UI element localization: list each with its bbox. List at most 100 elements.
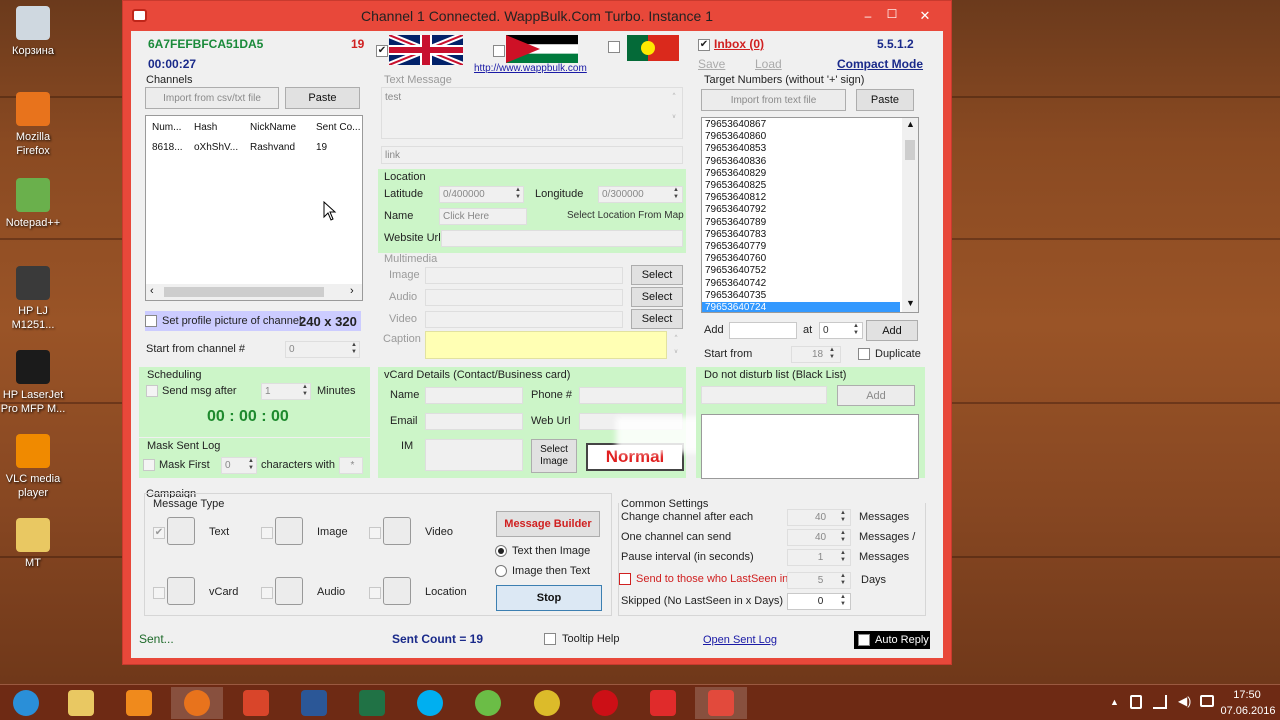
import-numbers-button[interactable]: Import from text file xyxy=(701,89,846,111)
video-path-input[interactable] xyxy=(425,311,623,328)
clock-time[interactable]: 17:50 xyxy=(1222,689,1272,701)
taskbar-excel[interactable] xyxy=(346,687,398,719)
image-path-input[interactable] xyxy=(425,267,623,284)
taskbar-yandex[interactable] xyxy=(637,687,689,719)
website-link[interactable]: http://www.wappbulk.com xyxy=(474,63,587,74)
caption-scroll[interactable]: ^ v xyxy=(671,335,681,356)
vcard-select-image-button[interactable]: Select Image xyxy=(531,439,577,473)
list-item[interactable]: 79653640812 xyxy=(702,192,900,204)
blacklist-input[interactable] xyxy=(701,386,827,404)
list-item[interactable]: 79653640860 xyxy=(702,131,900,143)
jordan-flag-checkbox[interactable] xyxy=(493,45,505,57)
desktop-icon[interactable]: Корзина xyxy=(0,6,66,58)
save-link[interactable]: Save xyxy=(698,57,725,71)
taskbar-start-button[interactable] xyxy=(0,687,52,719)
list-item[interactable]: 79653640789 xyxy=(702,217,900,229)
at-position-spinner[interactable]: ▲ ▼ xyxy=(851,323,861,337)
list-item[interactable]: 79653640735 xyxy=(702,290,900,302)
list-item[interactable]: 79653640783 xyxy=(702,229,900,241)
keyboard-tray-icon[interactable] xyxy=(1200,695,1214,707)
list-item[interactable]: 79653640760 xyxy=(702,253,900,265)
compact-mode-link[interactable]: Compact Mode xyxy=(837,57,923,71)
select-audio-button[interactable]: Select xyxy=(631,287,683,307)
message-type-checkbox[interactable] xyxy=(369,527,381,539)
list-item[interactable]: 79653640779 xyxy=(702,241,900,253)
image-then-text-radio[interactable] xyxy=(495,565,507,577)
maximize-button[interactable]: ☐ xyxy=(885,0,899,29)
taskbar-opera[interactable] xyxy=(579,687,631,719)
mask-first-spinner[interactable]: ▲ ▼ xyxy=(246,458,256,472)
desktop-icon[interactable]: HP LaserJet Pro MFP M... xyxy=(0,350,66,416)
load-link[interactable]: Load xyxy=(755,57,782,71)
network-tray-icon[interactable] xyxy=(1153,695,1167,709)
vcard-im-input[interactable] xyxy=(425,439,523,471)
minimize-button[interactable]: – xyxy=(861,1,875,31)
message-builder-button[interactable]: Message Builder xyxy=(496,511,600,537)
duplicate-checkbox[interactable] xyxy=(858,348,870,360)
blacklist-list[interactable] xyxy=(701,414,919,479)
channels-column-header[interactable]: NickName xyxy=(250,122,296,133)
import-channels-button[interactable]: Import from csv/txt file xyxy=(145,87,279,109)
scroll-right-icon[interactable]: › xyxy=(350,285,354,297)
lastseen-spinner[interactable]: ▲ ▼ xyxy=(838,573,848,587)
mask-char-input[interactable]: * xyxy=(339,457,363,474)
add-number-input[interactable] xyxy=(729,322,797,339)
desktop-icon[interactable]: VLC media player xyxy=(0,434,66,500)
portugal-flag-checkbox[interactable] xyxy=(608,41,620,53)
desktop-icon[interactable]: Notepad++ xyxy=(0,178,66,230)
link-input[interactable]: link xyxy=(381,146,683,164)
start-from-spinner[interactable]: ▲ ▼ xyxy=(827,347,837,361)
audio-path-input[interactable] xyxy=(425,289,623,306)
message-type-checkbox[interactable] xyxy=(261,527,273,539)
caption-input[interactable] xyxy=(425,331,667,359)
mask-first-checkbox[interactable] xyxy=(143,459,155,471)
list-item[interactable]: 79653640752 xyxy=(702,265,900,277)
blacklist-add-button[interactable]: Add xyxy=(837,385,915,406)
channels-column-header[interactable]: Sent Co... xyxy=(316,122,360,133)
tooltip-help-checkbox[interactable] xyxy=(544,633,556,645)
change-channel-spinner[interactable]: ▲ ▼ xyxy=(838,510,848,524)
taskbar-tool[interactable] xyxy=(230,687,282,719)
skipped-spinner[interactable]: ▲ ▼ xyxy=(838,594,848,608)
list-item[interactable]: 79653640853 xyxy=(702,143,900,155)
desktop-icon[interactable]: MT xyxy=(0,518,66,570)
taskbar-word[interactable] xyxy=(288,687,340,719)
taskbar-media-player[interactable] xyxy=(113,687,165,719)
vcard-email-input[interactable] xyxy=(425,413,523,430)
add-number-button[interactable]: Add xyxy=(866,320,918,341)
taskbar-chrome[interactable] xyxy=(521,687,573,719)
channels-column-header[interactable]: Num... xyxy=(152,122,181,133)
inbox-checkbox[interactable]: ✔ xyxy=(698,39,710,51)
send-after-checkbox[interactable] xyxy=(146,385,158,397)
list-item[interactable]: 79653640742 xyxy=(702,278,900,290)
channels-column-header[interactable]: Hash xyxy=(194,122,217,133)
paste-channels-button[interactable]: Paste xyxy=(285,87,360,109)
message-type-checkbox[interactable] xyxy=(261,587,273,599)
website-url-input[interactable] xyxy=(441,230,683,247)
scroll-down-icon[interactable]: ▼ xyxy=(906,298,915,308)
profile-picture-checkbox[interactable] xyxy=(145,315,157,327)
scroll-up-icon[interactable]: ▲ xyxy=(906,119,915,129)
message-type-checkbox[interactable] xyxy=(369,587,381,599)
numbers-vscrollbar[interactable]: ▲ ▼ xyxy=(902,118,918,312)
location-name-input[interactable]: Click Here xyxy=(439,208,527,225)
send-after-spinner[interactable]: ▲ ▼ xyxy=(300,384,310,398)
select-map-link[interactable]: Select Location From Map xyxy=(567,210,684,221)
desktop-icon[interactable]: HP LJ M1251... xyxy=(0,266,66,332)
list-item[interactable]: 79653640825 xyxy=(702,180,900,192)
pause-interval-spinner[interactable]: ▲ ▼ xyxy=(838,550,848,564)
window-titlebar[interactable]: Channel 1 Connected. WappBulk.Com Turbo.… xyxy=(123,1,951,31)
flag-tray-icon[interactable] xyxy=(1130,695,1142,709)
latitude-spinner[interactable]: ▲ ▼ xyxy=(513,187,523,201)
taskbar-utorrent[interactable] xyxy=(462,687,514,719)
select-video-button[interactable]: Select xyxy=(631,309,683,329)
select-image-button[interactable]: Select xyxy=(631,265,683,285)
vcard-name-input[interactable] xyxy=(425,387,523,404)
clock-date[interactable]: 07.06.2016 xyxy=(1218,705,1278,717)
lastseen-checkbox[interactable] xyxy=(619,573,631,585)
inbox-link[interactable]: Inbox (0) xyxy=(714,37,764,51)
list-item[interactable]: 79653640836 xyxy=(702,156,900,168)
numbers-scroll-thumb[interactable] xyxy=(905,140,915,160)
list-item[interactable]: 79653640867 xyxy=(702,119,900,131)
message-type-checkbox[interactable]: ✔ xyxy=(153,527,165,539)
